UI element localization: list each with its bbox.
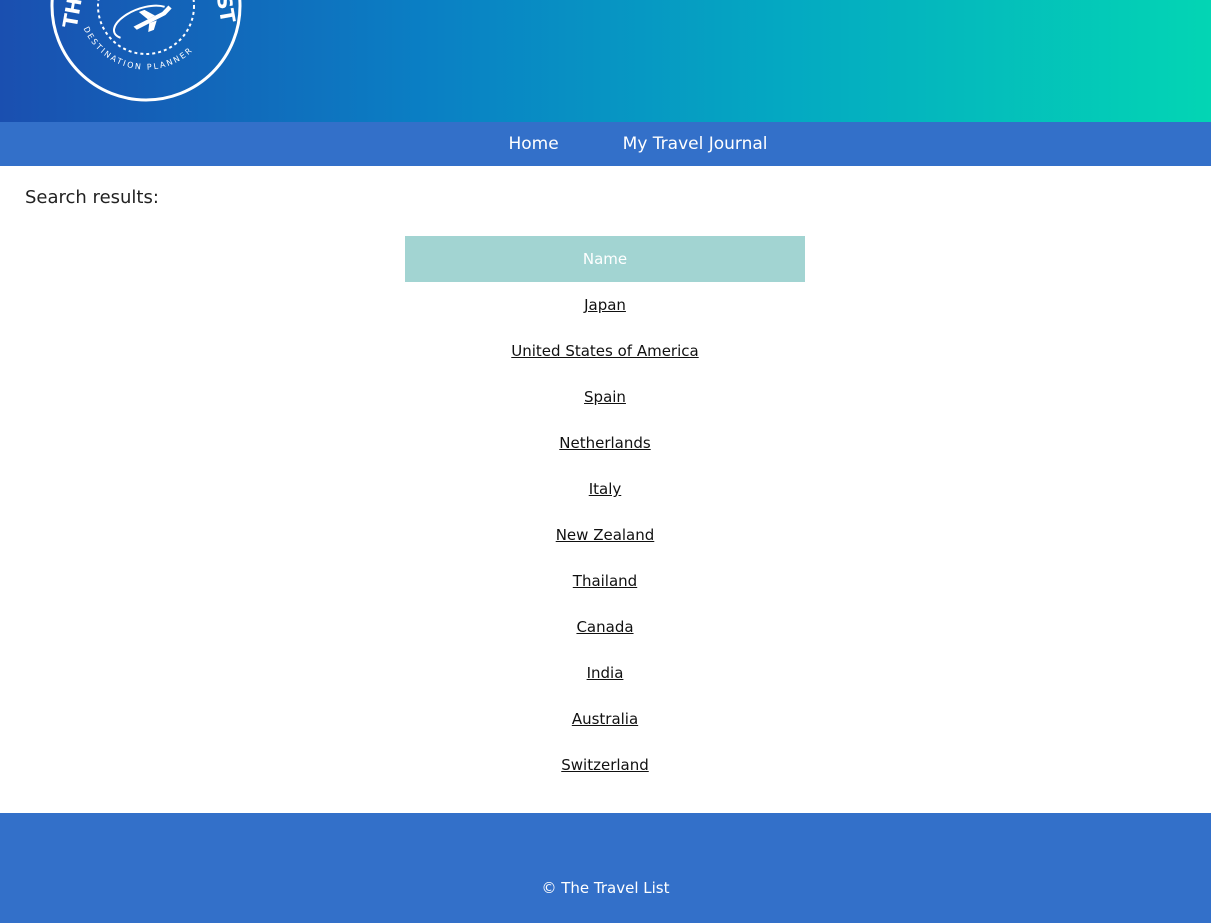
site-logo[interactable]: TH ST DESTINATION PLANNER	[50, 0, 242, 104]
country-link[interactable]: India	[587, 664, 624, 682]
table-row: Thailand	[405, 558, 805, 604]
country-link[interactable]: Japan	[584, 296, 626, 314]
copyright-text: © The Travel List	[541, 879, 670, 897]
table-row: New Zealand	[405, 512, 805, 558]
table-row: Canada	[405, 604, 805, 650]
table-header-row: Name	[405, 236, 805, 282]
logo-badge: TH ST DESTINATION PLANNER	[50, 0, 242, 102]
country-link[interactable]: Thailand	[573, 572, 637, 590]
country-link[interactable]: Spain	[584, 388, 626, 406]
table-cell: Australia	[405, 696, 805, 742]
table-cell: Canada	[405, 604, 805, 650]
country-link[interactable]: Switzerland	[561, 756, 649, 774]
table-row: Australia	[405, 696, 805, 742]
nav-travel-journal-link[interactable]: My Travel Journal	[623, 122, 768, 166]
main-content: Search results: Name Japan United States…	[0, 166, 1211, 813]
country-link[interactable]: Canada	[576, 618, 633, 636]
country-link[interactable]: Australia	[572, 710, 638, 728]
logo-inner-ring	[97, 0, 195, 55]
site-header: TH ST DESTINATION PLANNER	[0, 0, 1211, 122]
country-link[interactable]: United States of America	[511, 342, 698, 360]
nav-home-link[interactable]: Home	[508, 122, 558, 166]
table-cell: Netherlands	[405, 420, 805, 466]
site-footer: © The Travel List	[0, 813, 1211, 923]
country-link[interactable]: Netherlands	[559, 434, 650, 452]
table-cell: New Zealand	[405, 512, 805, 558]
logo-letters-right: ST	[212, 0, 241, 25]
table-row: Spain	[405, 374, 805, 420]
table-cell: India	[405, 650, 805, 696]
table-row: Switzerland	[405, 742, 805, 788]
table-cell: Switzerland	[405, 742, 805, 788]
table-cell: Italy	[405, 466, 805, 512]
logo-tagline: DESTINATION PLANNER	[82, 25, 195, 72]
airplane-icon	[113, 4, 172, 39]
search-results-heading: Search results:	[25, 187, 159, 208]
table-cell: Spain	[405, 374, 805, 420]
table-cell: United States of America	[405, 328, 805, 374]
country-link[interactable]: New Zealand	[556, 526, 655, 544]
logo-letters-left: TH	[58, 0, 87, 30]
table-cell: Thailand	[405, 558, 805, 604]
table-row: Italy	[405, 466, 805, 512]
table-cell: Japan	[405, 282, 805, 328]
country-link[interactable]: Italy	[589, 480, 622, 498]
table-row: United States of America	[405, 328, 805, 374]
table-row: Netherlands	[405, 420, 805, 466]
table-row: Japan	[405, 282, 805, 328]
main-nav: Home My Travel Journal	[0, 122, 1211, 166]
results-table: Name Japan United States of America Spai…	[405, 236, 805, 788]
table-row: India	[405, 650, 805, 696]
column-header-name: Name	[405, 236, 805, 282]
